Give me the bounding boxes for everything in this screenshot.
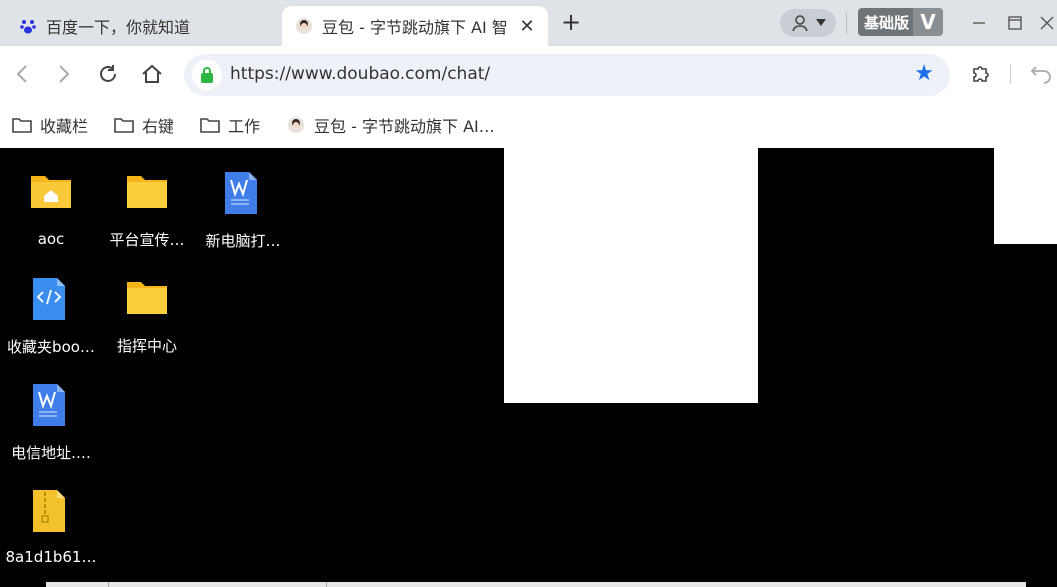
- icon-label: 电信地址.…: [11, 444, 91, 462]
- home-icon: [142, 64, 162, 83]
- browser-window: 百度一下，你就知道 豆包 - 字节跳动旗下 AI 智 ✕ + 基础版 V htt…: [0, 0, 1057, 148]
- bookmark-label: 右键: [142, 117, 175, 136]
- bookmarks-bar: 收藏栏 右键 工作 豆包 - 字节跳动旗下 AI…: [0, 102, 1057, 148]
- doubao-avatar-icon: [286, 115, 306, 135]
- url-text[interactable]: https://www.doubao.com/chat/: [230, 64, 490, 84]
- word-doc-icon: [31, 384, 71, 428]
- bookmark-doubao[interactable]: 豆包 - 字节跳动旗下 AI…: [286, 113, 495, 137]
- toolbar-separator: [1010, 64, 1011, 84]
- basic-version-label: 基础版: [864, 13, 910, 32]
- bookmark-label: 工作: [228, 117, 261, 136]
- doubao-avatar-icon: [294, 16, 314, 36]
- html-file-icon: [31, 278, 71, 322]
- caret-down-icon: [816, 19, 826, 26]
- icon-label: aoc: [37, 230, 65, 248]
- bookmark-star-icon[interactable]: ★: [914, 63, 934, 85]
- word-doc-icon: [223, 172, 263, 216]
- bookmark-folder-work[interactable]: 工作: [200, 113, 260, 137]
- folder-icon: [200, 115, 220, 135]
- bookmark-folder-right-click[interactable]: 右键: [114, 113, 174, 137]
- tab-title: 豆包 - 字节跳动旗下 AI 智: [322, 18, 508, 37]
- minimize-button[interactable]: [968, 12, 990, 34]
- blank-window-region: [994, 148, 1057, 244]
- folder-icon: [114, 115, 134, 135]
- icon-label: 指挥中心: [116, 337, 177, 356]
- tab-title: 百度一下，你就知道: [46, 18, 191, 37]
- tab-doubao[interactable]: 豆包 - 字节跳动旗下 AI 智 ✕: [282, 6, 548, 46]
- reload-button[interactable]: [94, 60, 122, 88]
- blank-window-region: [504, 148, 758, 403]
- icon-label: 8a1d1b61…: [5, 548, 97, 566]
- puzzle-icon: [973, 66, 989, 82]
- maximize-button[interactable]: [1004, 12, 1026, 34]
- basic-version-badge[interactable]: 基础版 V: [858, 8, 944, 36]
- home-folder-icon: [31, 172, 71, 216]
- folder-icon: [127, 172, 167, 215]
- chevron-right-icon: [59, 65, 70, 83]
- desktop-icon-platform-promo[interactable]: 平台宣传…: [99, 150, 195, 250]
- desktop-icon-aoc[interactable]: aoc: [3, 150, 99, 250]
- toolbar-separator: [846, 12, 847, 34]
- profile-button[interactable]: [780, 9, 836, 37]
- bookmark-folder-favorites[interactable]: 收藏栏: [12, 113, 88, 137]
- address-bar[interactable]: https://www.doubao.com/chat/ ★: [184, 54, 950, 96]
- desktop-icon-zip-archive[interactable]: 8a1d1b61…: [3, 468, 99, 568]
- icon-label: 平台宣传…: [109, 231, 185, 250]
- icon-label: 收藏夹boo…: [7, 338, 95, 356]
- home-button[interactable]: [138, 60, 166, 88]
- reload-icon: [100, 65, 116, 82]
- lock-icon[interactable]: [192, 60, 222, 90]
- back-button[interactable]: [8, 60, 36, 88]
- zip-file-icon: [31, 490, 71, 534]
- new-tab-button[interactable]: +: [558, 10, 584, 36]
- icon-label: 新电脑打…: [205, 232, 281, 250]
- forward-button[interactable]: [50, 60, 78, 88]
- desktop-icon-new-pc-doc[interactable]: 新电脑打…: [195, 150, 291, 250]
- tab-baidu[interactable]: 百度一下，你就知道: [6, 6, 282, 46]
- undo-button[interactable]: [1030, 60, 1056, 88]
- navigation-bar: https://www.doubao.com/chat/ ★: [0, 46, 1057, 102]
- undo-icon: [1030, 66, 1051, 84]
- extensions-button[interactable]: [968, 60, 994, 88]
- taskbar-edge: [46, 582, 1026, 587]
- desktop-icon-bookmarks-html[interactable]: 收藏夹boo…: [3, 256, 99, 356]
- user-icon: [792, 15, 808, 32]
- close-tab-icon[interactable]: ✕: [518, 16, 536, 37]
- tab-strip: 百度一下，你就知道 豆包 - 字节跳动旗下 AI 智 ✕ + 基础版 V: [0, 0, 1057, 46]
- desktop-icon-telecom-address[interactable]: 电信地址.…: [3, 362, 99, 462]
- desktop-icon-command-center[interactable]: 指挥中心: [99, 256, 195, 356]
- bookmark-label: 收藏栏: [40, 117, 89, 136]
- folder-icon: [12, 115, 32, 135]
- folder-icon: [127, 278, 167, 321]
- baidu-paw-icon: [18, 16, 38, 36]
- bookmark-label: 豆包 - 字节跳动旗下 AI…: [314, 117, 495, 136]
- version-v-icon: V: [913, 8, 944, 36]
- chevron-left-icon: [16, 65, 27, 83]
- close-window-button[interactable]: [1040, 12, 1057, 34]
